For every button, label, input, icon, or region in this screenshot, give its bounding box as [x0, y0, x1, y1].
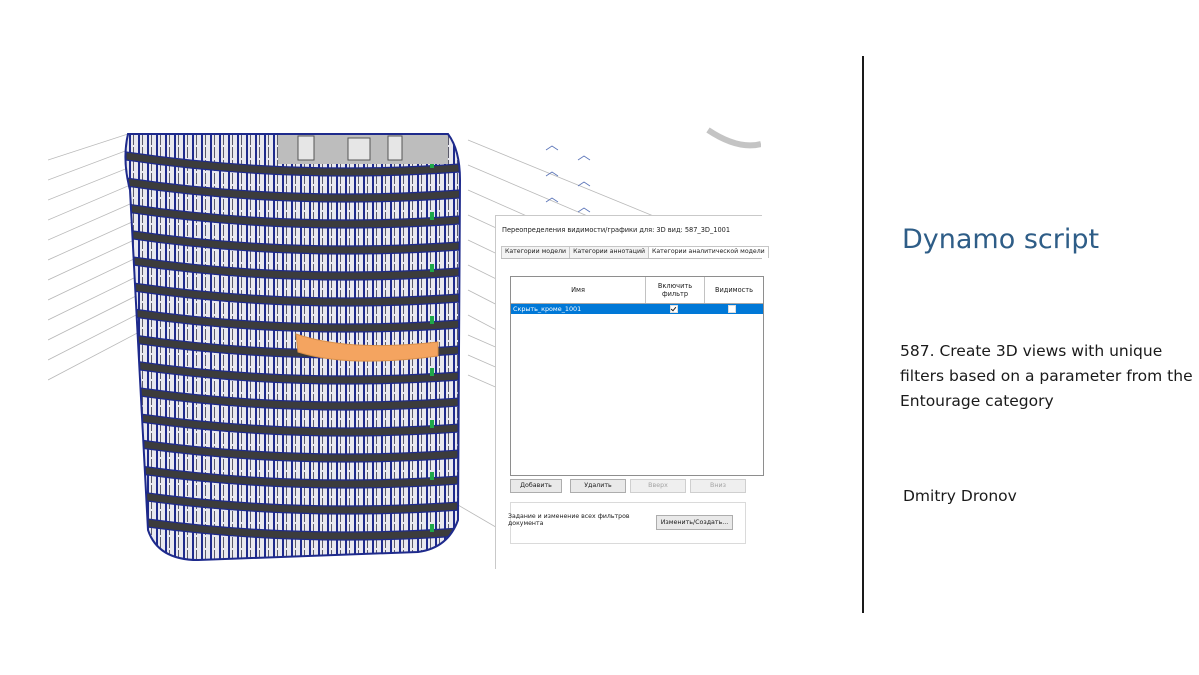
- delete-button[interactable]: Удалить: [570, 479, 626, 493]
- move-up-button[interactable]: Вверх: [630, 479, 686, 493]
- visibility-graphics-dialog: Переопределения видимости/графики для: 3…: [495, 215, 769, 569]
- ring-fragment: [706, 127, 761, 149]
- column-visibility[interactable]: Видимость: [705, 277, 763, 303]
- add-button[interactable]: Добавить: [510, 479, 562, 493]
- enable-filter-checkbox[interactable]: [670, 305, 678, 313]
- dialog-title: Переопределения видимости/графики для: 3…: [502, 226, 731, 234]
- vertical-divider: [862, 56, 864, 613]
- tab-annotation-categories[interactable]: Категории аннотаций: [569, 246, 649, 258]
- visibility-checkbox[interactable]: [728, 305, 736, 313]
- column-name[interactable]: Имя: [511, 277, 646, 303]
- move-down-button[interactable]: Вниз: [690, 479, 746, 493]
- page-title: Dynamo script: [902, 224, 1100, 255]
- script-description: 587. Create 3D views with unique filters…: [900, 342, 1193, 410]
- tab-analytical-categories[interactable]: Категории аналитической модели: [647, 246, 769, 258]
- author-name: Dmitry Dronov: [903, 487, 1017, 505]
- edit-create-button[interactable]: Изменить/Создать...: [656, 515, 733, 530]
- document-filters-note: Задание и изменение всех фильтров докуме…: [508, 513, 630, 527]
- tab-model-categories[interactable]: Категории модели: [501, 246, 571, 258]
- level-markers: [545, 145, 591, 213]
- table-header: Имя Включить фильтр Видимость: [511, 277, 763, 304]
- filters-table: Имя Включить фильтр Видимость Скрыть_кро…: [510, 276, 764, 476]
- table-row[interactable]: Скрыть_кроме_1001: [511, 304, 763, 314]
- visibility-cell: [703, 304, 761, 314]
- dialog-tabs: Категории модели Категории аннотаций Кат…: [501, 246, 769, 259]
- filter-name-cell[interactable]: Скрыть_кроме_1001: [511, 304, 645, 314]
- enable-filter-cell: [645, 304, 703, 314]
- column-enable-filter[interactable]: Включить фильтр: [646, 277, 705, 303]
